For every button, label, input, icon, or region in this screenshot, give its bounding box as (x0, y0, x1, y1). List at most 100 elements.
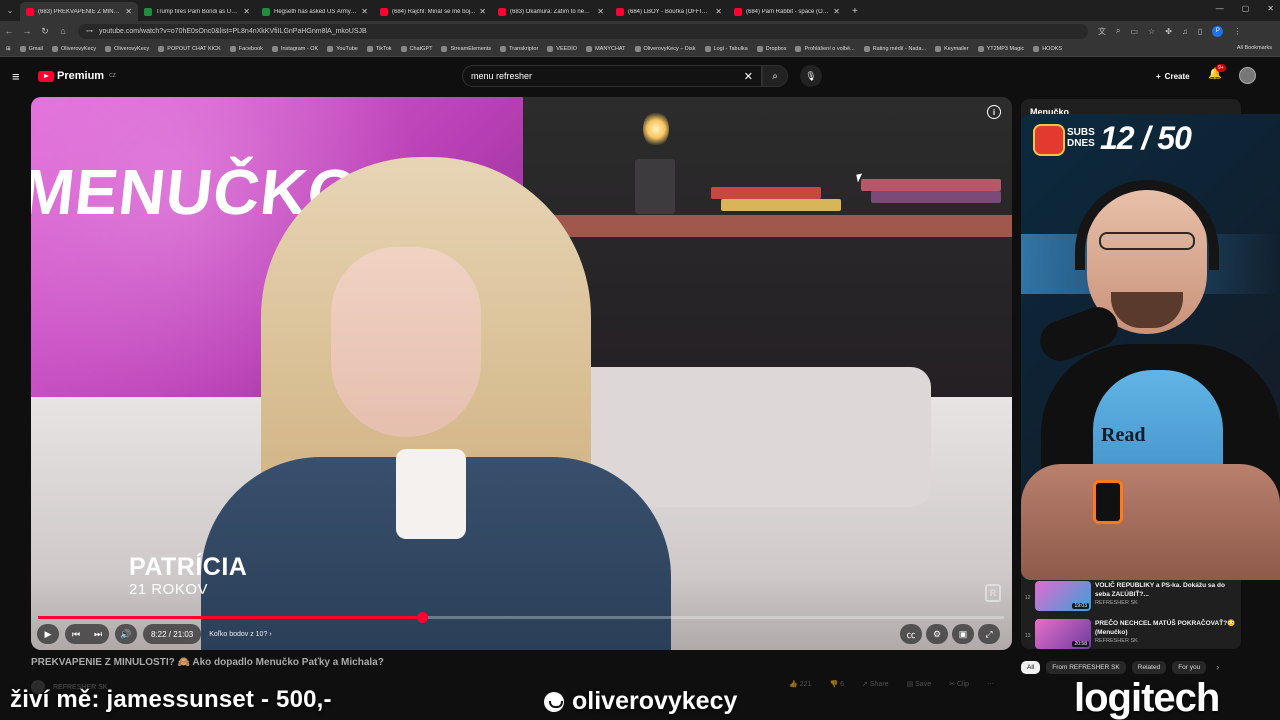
bookmark-favicon-icon (1033, 45, 1040, 52)
browser-tab[interactable]: (684) LBOY - Bouřka (OFFICIAL ✕ (610, 2, 728, 21)
voice-search-button[interactable]: 🎙 (800, 65, 822, 87)
chapter-title[interactable]: Koľko bodov z 10? › (209, 631, 271, 638)
browser-tab[interactable]: Trump fires Pam Bondi as US attorney ✕ (138, 2, 256, 21)
bookmark-item[interactable]: Gmail (19, 45, 43, 52)
bookmark-item[interactable]: ChatGPT (400, 45, 432, 52)
microphone-icon: 🎙 (805, 70, 817, 81)
progress-played (38, 616, 422, 619)
home-icon[interactable]: ⌂ (54, 26, 72, 36)
close-tab-icon[interactable]: ✕ (597, 7, 604, 16)
bookmark-item[interactable]: YT2MP3 Magic (977, 45, 1024, 52)
notifications-button[interactable]: 🔔 9+ (1208, 64, 1226, 80)
profile-avatar[interactable]: P (1212, 25, 1224, 37)
clear-search-icon[interactable]: ✕ (744, 70, 753, 83)
bookmark-item[interactable]: MANYCHAT (586, 45, 626, 52)
next-button[interactable]: ⏭ (87, 624, 109, 644)
progress-bar[interactable] (38, 612, 1004, 623)
menu-icon[interactable]: ≡ (12, 69, 30, 84)
chip-related[interactable]: Related (1131, 660, 1167, 674)
miniplayer-button[interactable]: ▣ (952, 624, 974, 644)
playlist-item[interactable]: 13 20:58 PREČO NECHCEL MATÚŠ POKRAČOVAŤ?… (1025, 619, 1237, 651)
fullscreen-button[interactable]: ⤢ (978, 624, 1000, 644)
browser-menu-icon[interactable]: ⋮ (1233, 27, 1241, 36)
zoom-icon[interactable]: ⌕ (1116, 26, 1120, 36)
bookmark-favicon-icon (704, 45, 711, 52)
all-bookmarks-button[interactable]: All Bookmarks (1237, 45, 1272, 51)
account-avatar[interactable] (1239, 67, 1256, 84)
bookmark-label: TikTok (375, 45, 392, 52)
browser-tab[interactable]: Hegseth has asked US Army chief ✕ (256, 2, 374, 21)
save-button[interactable]: ▤ Save (907, 680, 932, 688)
extensions-icon[interactable]: ✤ (1165, 27, 1172, 36)
bookmark-item[interactable]: Instagram - OK (271, 45, 318, 52)
close-tab-icon[interactable]: ✕ (125, 7, 132, 16)
bookmark-item[interactable]: POPOUT CHAT KICK (158, 45, 221, 52)
apps-grid-icon[interactable]: ⊞ (6, 46, 11, 52)
playlist-item[interactable]: 12 19:03 VOLIČ REPUBLIKY a PS-ka. Dokážu… (1025, 581, 1237, 613)
back-icon[interactable]: ← (0, 26, 18, 36)
play-button[interactable]: ▶ (37, 624, 59, 644)
close-tab-icon[interactable]: ✕ (715, 7, 722, 16)
close-window-icon[interactable]: ✕ (1267, 4, 1274, 13)
bookmark-item[interactable]: YouTube (327, 45, 358, 52)
clip-button[interactable]: ✂ Clip (949, 680, 969, 688)
subtitles-button[interactable]: ㏄ (900, 624, 922, 644)
bookmark-item[interactable]: HOOKS (1033, 45, 1062, 52)
close-tab-icon[interactable]: ✕ (479, 7, 486, 16)
info-icon[interactable]: i (987, 105, 1001, 119)
share-button[interactable]: ↗ Share (862, 680, 889, 688)
bookmark-star-icon[interactable]: ☆ (1148, 27, 1155, 36)
like-button[interactable]: 👍 221 (789, 680, 811, 688)
close-tab-icon[interactable]: ✕ (243, 7, 250, 16)
restore-icon[interactable]: ▢ (1242, 4, 1250, 13)
media-control-icon[interactable]: ♫ (1182, 27, 1188, 36)
bookmark-item[interactable]: TikTok (366, 45, 392, 52)
search-input[interactable]: menu refresher ✕ (462, 65, 762, 87)
bookmark-item[interactable]: OliverovyKecy (51, 45, 96, 52)
browser-tab[interactable]: (684) Rajchl: Mináľ se mě boj... ✕ (374, 2, 492, 21)
close-tab-icon[interactable]: ✕ (361, 7, 368, 16)
split-view-icon[interactable]: ▯ (1198, 27, 1202, 36)
bookmark-item[interactable]: StreamElements (441, 45, 491, 52)
search-button[interactable]: ⌕ (762, 65, 788, 87)
bookmark-item[interactable]: Prohlášení o volbě... (795, 45, 855, 52)
reload-icon[interactable]: ↻ (36, 26, 54, 37)
sponsor-logo: logitech (1074, 676, 1220, 720)
new-tab-icon[interactable]: + (846, 2, 864, 21)
site-info-icon[interactable]: ⊶ (86, 27, 93, 35)
browser-tab[interactable]: (684) Pam Rabbit - space (Offic ✕ (728, 2, 846, 21)
cast-icon[interactable]: ▭ (1130, 27, 1138, 36)
bookmark-item[interactable]: Dropbox (756, 45, 786, 52)
tab-search-icon[interactable]: ⌄ (0, 0, 20, 21)
translate-icon[interactable]: 文 (1098, 26, 1106, 37)
chip-all[interactable]: All (1021, 660, 1041, 674)
bookmark-label: MANYCHAT (595, 45, 626, 52)
bookmark-item[interactable]: Transkriptor (500, 45, 538, 52)
bookmark-item[interactable]: Logi - Tabulka (704, 45, 748, 52)
url-field[interactable]: ⊶ youtube.com/watch?v=o70hE0sOnc0&list=P… (78, 23, 1088, 39)
bookmark-item[interactable]: VEEDIO (547, 45, 577, 52)
chip-for-you[interactable]: For you (1172, 660, 1207, 674)
bookmark-item[interactable]: Keymailer (935, 45, 969, 52)
bookmark-item[interactable]: OliverovyKecy (105, 45, 149, 52)
bookmark-item[interactable]: Facebook (229, 45, 263, 52)
channel-watermark-icon[interactable]: R (985, 584, 1001, 602)
create-button[interactable]: + Create (1148, 67, 1198, 85)
youtube-logo[interactable]: Premium CZ (38, 70, 116, 82)
dislike-button[interactable]: 👎 6 (829, 680, 844, 688)
settings-button[interactable]: ⚙ (926, 624, 948, 644)
bookmark-item[interactable]: Rating médií - Nada... (863, 45, 926, 52)
previous-button[interactable]: ⏮ (65, 624, 87, 644)
chevron-right-icon[interactable]: › (1216, 662, 1219, 672)
forward-icon[interactable]: → (18, 26, 36, 36)
chip-from-channel[interactable]: From REFRESHER SK (1046, 660, 1126, 674)
browser-tab[interactable]: (683) PREKVAPENIE Z MINULOSTI ✕ (20, 2, 138, 21)
minimize-icon[interactable]: — (1216, 4, 1224, 13)
volume-button[interactable]: 🔊 (115, 624, 137, 644)
playlist-item-title: PREČO NECHCEL MATÚŠ POKRAČOVAŤ?😳 (Menučk… (1095, 620, 1236, 637)
more-actions-icon[interactable]: ⋯ (987, 680, 994, 688)
close-tab-icon[interactable]: ✕ (833, 7, 840, 16)
browser-tab[interactable]: (683) Okamura: Zatím to nedělá ✕ (492, 2, 610, 21)
bookmark-item[interactable]: OliverovyKecy – Disk (634, 45, 696, 52)
video-player[interactable]: MENUČKO PATRÍCIA 21 ROKOV i R (31, 97, 1012, 650)
